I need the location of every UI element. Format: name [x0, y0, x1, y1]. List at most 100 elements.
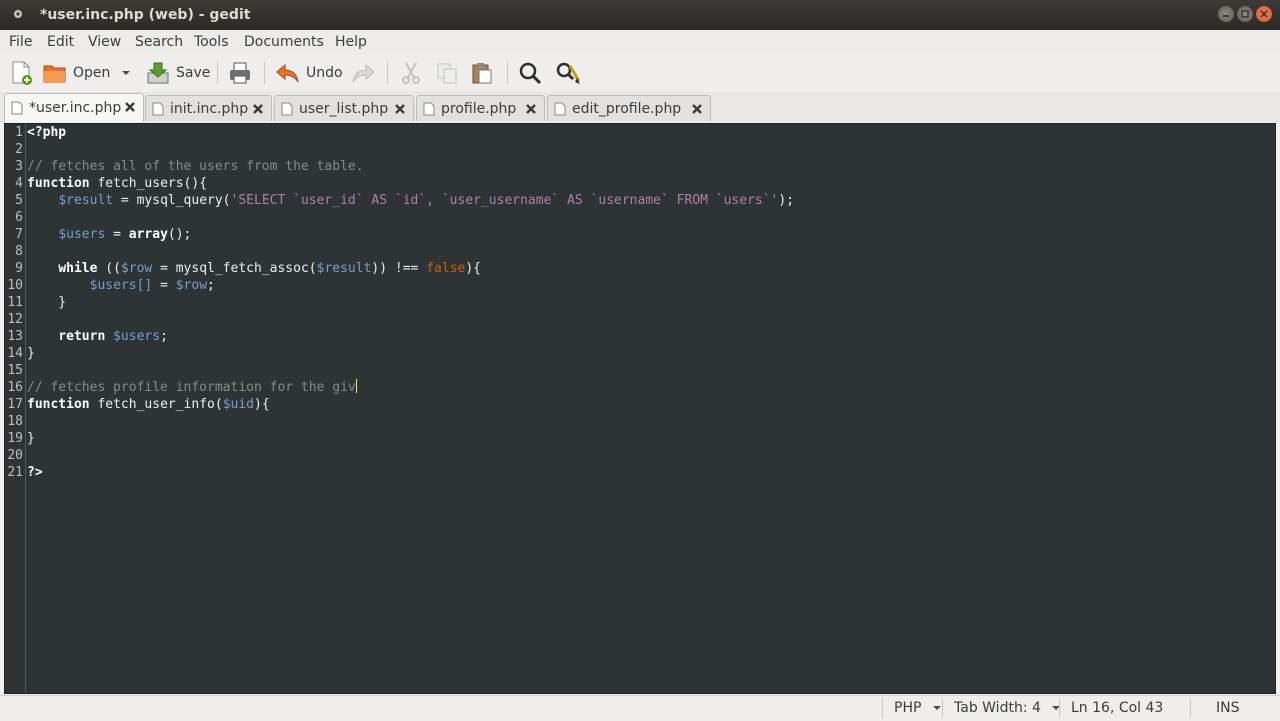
code-token: $result [316, 261, 372, 276]
minimize-button[interactable] [1218, 6, 1234, 22]
code-line[interactable]: $users[] = $row; [27, 277, 215, 294]
print-button[interactable] [228, 58, 252, 88]
redo-icon [352, 63, 375, 83]
code-token: fetch_users(){ [89, 176, 208, 191]
line-number: 15 [7, 363, 23, 378]
code-token: ){ [465, 261, 482, 276]
open-recent-dropdown[interactable] [121, 58, 131, 88]
close-window-button[interactable] [1256, 6, 1272, 22]
line-number: 3 [15, 159, 23, 174]
insert-mode: INS [1216, 700, 1240, 716]
code-line[interactable]: $users = array(); [27, 226, 191, 243]
line-number: 13 [7, 329, 23, 344]
close-icon[interactable] [124, 101, 136, 113]
line-number: 4 [15, 176, 23, 191]
tab-profile-php[interactable]: profile.php [416, 95, 545, 121]
code-line[interactable]: } [27, 430, 35, 447]
code-line[interactable]: <?php [27, 124, 66, 141]
menu-file[interactable]: File [9, 33, 32, 51]
line-number: 1 [15, 125, 23, 140]
line-number: 18 [7, 414, 23, 429]
close-icon[interactable] [525, 103, 537, 115]
code-line[interactable]: } [27, 345, 35, 362]
close-icon[interactable] [691, 103, 703, 115]
save-button[interactable]: Save [146, 58, 210, 88]
line-number: 12 [7, 312, 23, 327]
line-number: 16 [7, 380, 23, 395]
code-line[interactable]: // fetches all of the users from the tab… [27, 158, 364, 175]
code-token: = mysql_query( [113, 193, 231, 208]
line-number: 8 [15, 244, 23, 259]
scissors-icon [402, 62, 420, 84]
toolbar: Open Save Undo [0, 54, 1280, 92]
redo-button[interactable] [350, 58, 376, 88]
status-bar: PHP Tab Width: 4 Ln 16, Col 43 INS [0, 695, 1280, 721]
code-token: $users [113, 329, 161, 344]
close-icon[interactable] [252, 103, 264, 115]
new-document-button[interactable] [10, 58, 34, 88]
status-separator [1059, 698, 1060, 718]
line-number: 2 [15, 142, 23, 157]
menu-tools[interactable]: Tools [194, 33, 229, 51]
code-line[interactable]: return $users; [27, 328, 168, 345]
maximize-button[interactable] [1237, 6, 1253, 22]
code-line[interactable]: function fetch_user_info($uid){ [27, 396, 270, 413]
line-number: 21 [7, 465, 23, 480]
code-editor[interactable]: 1 2 3 4 5 6 7 8 9 10 11 12 13 14 15 16 17 18 19 20 21 <?php /… [4, 123, 1276, 694]
code-token: ?> [27, 465, 43, 480]
close-icon[interactable] [394, 103, 406, 115]
file-icon [423, 102, 435, 115]
code-token: $users[] [89, 278, 153, 293]
code-token: (( [97, 261, 121, 276]
menu-edit[interactable]: Edit [47, 33, 74, 51]
code-token: )) !== [371, 261, 427, 276]
toolbar-separator [217, 62, 218, 84]
tab-user-list-php[interactable]: user_list.php [274, 95, 414, 121]
menu-documents[interactable]: Documents [244, 33, 324, 51]
menu-search[interactable]: Search [135, 33, 183, 51]
tab-width-selector[interactable]: Tab Width: 4 [954, 700, 1061, 717]
code-line[interactable]: $result = mysql_query('SELECT `user_id` … [27, 192, 794, 209]
paste-button[interactable] [470, 58, 494, 88]
undo-button[interactable]: Undo [276, 58, 343, 88]
code-line[interactable]: } [27, 294, 66, 311]
code-token: <?php [27, 125, 67, 140]
tab-user-inc-php[interactable]: *user.inc.php [4, 93, 144, 122]
find-replace-icon [556, 62, 581, 84]
cursor-position: Ln 16, Col 43 [1071, 700, 1164, 716]
code-line[interactable]: ?> [27, 464, 43, 481]
find-button[interactable] [518, 58, 542, 88]
code-token: ; [207, 278, 215, 293]
line-number: 19 [7, 431, 23, 446]
line-number: 10 [7, 278, 23, 293]
window-menu-icon[interactable] [13, 9, 23, 19]
line-number: 5 [15, 193, 23, 208]
printer-icon [230, 62, 250, 84]
line-number: 14 [7, 346, 23, 361]
code-line[interactable]: function fetch_users(){ [27, 175, 207, 192]
code-line[interactable]: while (($row = mysql_fetch_assoc($result… [27, 260, 481, 277]
menu-bar: File Edit View Search Tools Documents He… [0, 30, 1280, 54]
menu-help[interactable]: Help [335, 33, 367, 51]
code-line[interactable]: // fetches profile information for the g… [27, 379, 357, 396]
open-button[interactable]: Open [43, 58, 110, 88]
find-replace-button[interactable] [555, 58, 581, 88]
menu-view[interactable]: View [88, 33, 121, 51]
copy-button[interactable] [435, 58, 459, 88]
code-token: } [27, 295, 67, 310]
tab-init-inc-php[interactable]: init.inc.php [145, 95, 272, 121]
tab-edit-profile-php[interactable]: edit_profile.php [547, 95, 711, 121]
language-selector[interactable]: PHP [894, 700, 942, 717]
code-token: fetch_user_info( [89, 397, 223, 412]
chevron-down-icon [932, 706, 941, 710]
code-token: $row [175, 278, 208, 293]
document-tabs: *user.inc.php init.inc.php user_list.php… [0, 92, 1280, 122]
code-token: ); [778, 193, 795, 208]
status-separator [882, 698, 883, 718]
line-number: 17 [7, 397, 23, 412]
cut-button[interactable] [399, 58, 423, 88]
